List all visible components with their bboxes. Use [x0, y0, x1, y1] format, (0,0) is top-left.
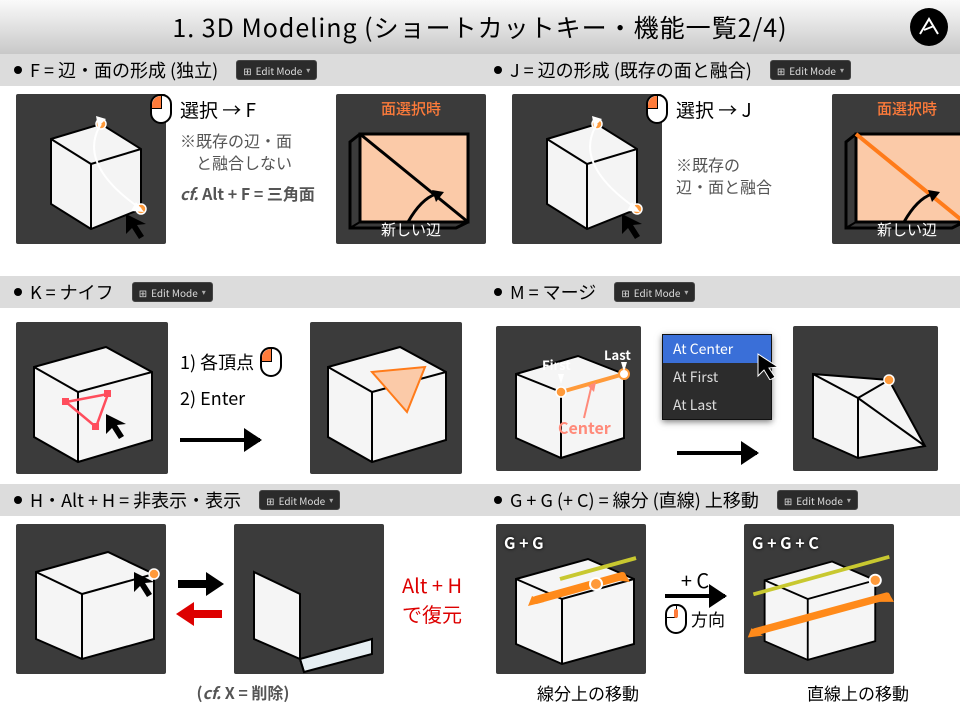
mouse-scroll-icon — [665, 604, 687, 634]
text-k: 1) 各頂点 2) Enter — [174, 347, 304, 449]
section-k: 1) 各頂点 2) Enter — [0, 308, 480, 484]
edit-mode-badge[interactable]: ⊞ Edit Mode ▾ — [132, 282, 213, 302]
row-2: 1) 各頂点 2) Enter First — [0, 308, 960, 484]
heading-h: H・Alt + H = 非表示・表示 ⊞ Edit Mode ▾ — [0, 484, 480, 516]
svg-text:First: First — [542, 355, 571, 374]
bullet-icon — [14, 66, 22, 74]
bullet-icon — [14, 288, 22, 296]
viewport-m-after — [793, 326, 938, 471]
viewport-gg: G + G — [496, 524, 646, 674]
h-footer: (cf. X = 削除) — [197, 680, 290, 704]
text-f: 選択 → F ※既存の辺・面 と融合しない cf. Alt + F = 三角面 — [172, 94, 330, 204]
menu-at-first[interactable]: At First — [663, 363, 771, 391]
viewport-h-after — [234, 524, 384, 674]
heading-m: M = マージ ⊞ Edit Mode ▾ — [480, 276, 960, 308]
section-bar-1: F = 辺・面の形成 (独立) ⊞ Edit Mode ▾ J = 辺の形成 (… — [0, 54, 960, 86]
bullet-icon — [494, 66, 502, 74]
chevron-down-icon: ▾ — [840, 65, 844, 76]
mouse-left-icon — [260, 347, 282, 377]
graph-icon: ⊞ — [777, 63, 785, 78]
viewport-k-after — [310, 322, 462, 474]
arrow-left-icon — [176, 602, 224, 626]
page-header: 1. 3D Modeling (ショートカットキー・機能一覧2/4) — [0, 0, 960, 54]
arrow-right-icon — [176, 572, 224, 596]
logo-icon — [910, 8, 948, 46]
menu-at-center[interactable]: At Center — [663, 335, 771, 363]
heading-j: J = 辺の形成 (既存の面と融合) ⊞ Edit Mode ▾ — [480, 54, 960, 86]
row-1: 選択 → F ※既存の辺・面 と融合しない cf. Alt + F = 三角面 … — [0, 86, 960, 276]
section-bar-2: K = ナイフ ⊞ Edit Mode ▾ M = マージ ⊞ Edit Mod… — [0, 276, 960, 308]
graph-icon: ⊞ — [784, 493, 792, 508]
section-j: 選択 → J ※既存の 辺・面と融合 面選択時 新しい辺 — [496, 86, 960, 276]
svg-text:Last: Last — [604, 345, 631, 364]
viewport-f-select — [16, 94, 166, 244]
page-title: 1. 3D Modeling (ショートカットキー・機能一覧2/4) — [172, 9, 787, 45]
h-arrows — [176, 572, 224, 626]
chevron-down-icon: ▾ — [306, 65, 310, 76]
graph-icon: ⊞ — [243, 63, 251, 78]
bullet-icon — [14, 496, 22, 504]
viewport-k-before — [16, 322, 168, 474]
viewport-j-select — [512, 94, 662, 244]
section-m: First Last Center At Center At First At … — [480, 308, 960, 484]
section-h: Alt + H で復元 (cf. X = 削除) — [0, 516, 480, 716]
h-restore-text: Alt + H で復元 — [394, 570, 462, 628]
edit-mode-badge[interactable]: ⊞ Edit Mode ▾ — [777, 490, 858, 510]
menu-at-last[interactable]: At Last — [663, 391, 771, 419]
viewport-f-result: 面選択時 新しい辺 — [336, 94, 486, 244]
gg-arrow: + C 方向 — [652, 565, 738, 634]
text-j: 選択 → J ※既存の 辺・面と融合 — [668, 94, 826, 198]
arrow-right-icon — [665, 594, 725, 598]
edit-mode-badge[interactable]: ⊞ Edit Mode ▾ — [236, 60, 317, 80]
viewport-ggc: G + G + C — [744, 524, 894, 674]
chevron-down-icon: ▾ — [847, 495, 851, 506]
chevron-down-icon: ▾ — [202, 287, 206, 298]
chevron-down-icon: ▾ — [684, 287, 688, 298]
section-gg: G + G + C 方向 — [480, 516, 960, 716]
viewport-j-result: 面選択時 新しい辺 — [832, 94, 960, 244]
bullet-icon — [494, 288, 502, 296]
arrow-right-icon — [180, 438, 260, 442]
chevron-down-icon: ▾ — [329, 495, 333, 506]
edit-mode-badge[interactable]: ⊞ Edit Mode ▾ — [770, 60, 851, 80]
edit-mode-badge[interactable]: ⊞ Edit Mode ▾ — [614, 282, 695, 302]
graph-icon: ⊞ — [139, 285, 147, 300]
cursor-icon — [756, 352, 782, 380]
svg-text:Center: Center — [558, 415, 611, 439]
row-3: Alt + H で復元 (cf. X = 削除) G + G — [0, 516, 960, 716]
graph-icon: ⊞ — [621, 285, 629, 300]
section-f: 選択 → F ※既存の辺・面 と融合しない cf. Alt + F = 三角面 … — [0, 86, 496, 276]
viewport-m-before: First Last Center — [496, 326, 641, 471]
heading-f: F = 辺・面の形成 (独立) ⊞ Edit Mode ▾ — [0, 54, 480, 86]
merge-menu-col: At Center At First At Last — [647, 334, 787, 462]
viewport-h-before — [16, 524, 166, 674]
heading-k: K = ナイフ ⊞ Edit Mode ▾ — [0, 276, 480, 308]
mouse-left-icon — [646, 94, 668, 124]
heading-gg: G + G (+ C) = 線分 (直線) 上移動 ⊞ Edit Mode ▾ — [480, 484, 960, 516]
bullet-icon — [494, 496, 502, 504]
edit-mode-badge[interactable]: ⊞ Edit Mode ▾ — [259, 490, 340, 510]
arrow-right-icon — [677, 451, 757, 455]
section-bar-3: H・Alt + H = 非表示・表示 ⊞ Edit Mode ▾ G + G (… — [0, 484, 960, 516]
mouse-left-icon — [150, 94, 172, 124]
graph-icon: ⊞ — [266, 493, 274, 508]
